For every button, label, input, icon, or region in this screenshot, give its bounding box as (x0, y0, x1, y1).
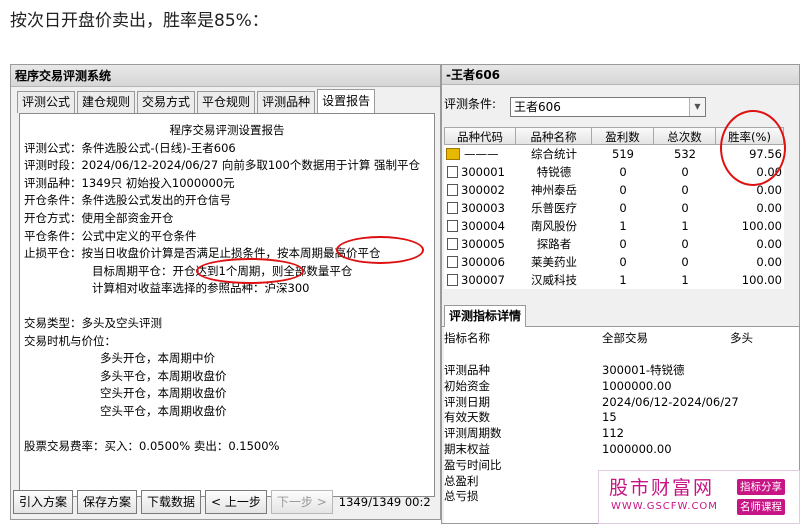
column-header[interactable]: 品种名称 (516, 127, 592, 145)
detail-row: 评测日期 2024/06/12-2024/06/27 (444, 394, 739, 409)
report-line: 计算相对收益率选择的参照品种：沪深300 (92, 281, 310, 296)
table-row[interactable]: 300001 特锐德 0 0 0.00 (444, 163, 784, 181)
report-line: 多头平仓，本周期收盘价 (100, 368, 227, 383)
table-row[interactable]: 300003 乐普医疗 0 0 0.00 (444, 199, 784, 217)
report-line: 开仓条件：条件选股公式发出的开仓信号 (24, 193, 231, 208)
report-line: 空头平仓，本周期收盘价 (100, 403, 227, 418)
tab-trade-mode[interactable]: 交易方式 (137, 91, 196, 113)
tab-instruments[interactable]: 评测品种 (257, 91, 316, 113)
result-window: -王者606 评测条件: 王者606 ▼ 品种代码 品种名称 盈利数 总次数 胜… (441, 64, 800, 524)
stock-icon (447, 184, 458, 196)
report-line: 空头开仓，本周期收盘价 (100, 386, 227, 401)
detail-row: 评测周期数 112 (444, 426, 624, 441)
tab-settings-report[interactable]: 设置报告 (317, 89, 376, 113)
tab-formula[interactable]: 评测公式 (17, 91, 76, 113)
report-line: 评测品种：1349只 初始投入1000000元 (24, 175, 235, 190)
save-plan-button[interactable]: 保存方案 (77, 490, 138, 514)
detail-tab-bar: 评测指标详情 (442, 305, 799, 327)
table-row[interactable]: 300005 探路者 0 0 0.00 (444, 235, 784, 253)
detail-row: 有效天数 15 (444, 410, 617, 425)
grid-header: 品种代码 品种名称 盈利数 总次数 胜率(%) (444, 127, 784, 145)
report-line: 交易时机与价位： (24, 333, 116, 348)
report-line: 评测公式：条件选股公式-(日线)-王者606 (24, 140, 236, 155)
detail-column-header: 全部交易 (602, 331, 648, 345)
chevron-down-icon[interactable]: ▼ (689, 98, 705, 116)
results-grid: 品种代码 品种名称 盈利数 总次数 胜率(%) ——— 综合统计 519 532… (444, 127, 784, 289)
report-line: 交易类型：多头及空头评测 (24, 315, 162, 330)
column-header[interactable]: 总次数 (654, 127, 716, 145)
table-row[interactable]: 300007 汉威科技 1 1 100.00 (444, 271, 784, 289)
report-line: 评测时段：2024/06/12-2024/06/27 向前多取100个数据用于计… (24, 158, 420, 173)
next-step-button[interactable]: 下一步 > (270, 490, 333, 514)
prev-step-button[interactable]: < 上一步 (205, 490, 267, 514)
table-row[interactable]: 300006 莱美药业 0 0 0.00 (444, 253, 784, 271)
stock-icon (447, 220, 458, 232)
evaluation-system-window: 程序交易评测系统 评测公式 建仓规则 交易方式 平仓规则 评测品种 设置报告 程… (10, 64, 441, 520)
stock-icon (447, 238, 458, 250)
window-title: 程序交易评测系统 (11, 65, 440, 87)
column-header[interactable]: 盈利数 (592, 127, 654, 145)
tab-metric-details[interactable]: 评测指标详情 (444, 305, 527, 327)
watermark-url: WWW.GSCFW.COM (611, 501, 718, 512)
watermark-tag: 指标分享 (737, 479, 785, 495)
tab-open-rules[interactable]: 建仓规则 (77, 91, 136, 113)
table-row[interactable]: 300004 南风股份 1 1 100.00 (444, 217, 784, 235)
tab-close-rules[interactable]: 平仓规则 (197, 91, 256, 113)
report-title: 程序交易评测设置报告 (169, 123, 285, 137)
column-header[interactable]: 胜率(%) (716, 127, 784, 145)
detail-row: 期末权益 1000000.00 (444, 441, 672, 456)
detail-header: 指标名称 全部交易 多头 (444, 327, 799, 349)
watermark-name: 股市财富网 (609, 477, 715, 499)
stock-icon (447, 202, 458, 214)
summary-icon (446, 148, 460, 160)
report-line: 目标周期平仓：开仓达到1个周期，则全部数量平仓 (92, 263, 353, 278)
detail-row: 初始资金 1000000.00 (444, 378, 672, 393)
grid-body: ——— 综合统计 519 532 97.56 300001 特锐德 0 0 0.… (444, 145, 784, 289)
table-row[interactable]: ——— 综合统计 519 532 97.56 (444, 145, 784, 163)
report-line: 多头开仓，本周期中价 (100, 351, 215, 366)
watermark-tag: 名师课程 (737, 499, 785, 515)
report-line: 平仓条件：公式中定义的平仓条件 (24, 228, 197, 243)
stock-icon (447, 274, 458, 286)
headline: 按次日开盘价卖出，胜率是85%： (10, 11, 269, 31)
report-line: 开仓方式：使用全部资金开仓 (24, 210, 174, 225)
import-plan-button[interactable]: 引入方案 (13, 490, 74, 514)
progress-status: 1349/1349 00:2 (338, 495, 431, 509)
table-row[interactable]: 300002 神州泰岳 0 0 0.00 (444, 181, 784, 199)
condition-value: 王者606 (514, 100, 561, 114)
stock-icon (447, 166, 458, 178)
column-header[interactable]: 品种代码 (444, 127, 516, 145)
detail-row: 评测品种 300001-特锐德 (444, 363, 685, 377)
detail-column-header: 多头 (730, 331, 753, 345)
site-watermark: 股市财富网 WWW.GSCFW.COM 指标分享 名师课程 (598, 470, 800, 524)
tab-bar: 评测公式 建仓规则 交易方式 平仓规则 评测品种 设置报告 (17, 89, 377, 113)
result-window-title: -王者606 (442, 65, 799, 85)
report-line: 股票交易费率：买入：0.0500% 卖出：0.1500% (24, 438, 280, 453)
report-line: 止损平仓：按当日收盘价计算是否满足止损条件，按本周期最高价平仓 (24, 246, 381, 261)
download-data-button[interactable]: 下载数据 (141, 490, 202, 514)
button-bar: 引入方案 保存方案 下载数据 < 上一步 下一步 > 1349/1349 00:… (13, 487, 440, 517)
settings-report: 程序交易评测设置报告 评测公式：条件选股公式-(日线)-王者606 评测时段：2… (19, 113, 435, 497)
detail-column-header: 指标名称 (444, 331, 490, 345)
condition-label: 评测条件: (444, 97, 497, 111)
condition-select[interactable]: 王者606 ▼ (510, 97, 706, 117)
stock-icon (447, 256, 458, 268)
